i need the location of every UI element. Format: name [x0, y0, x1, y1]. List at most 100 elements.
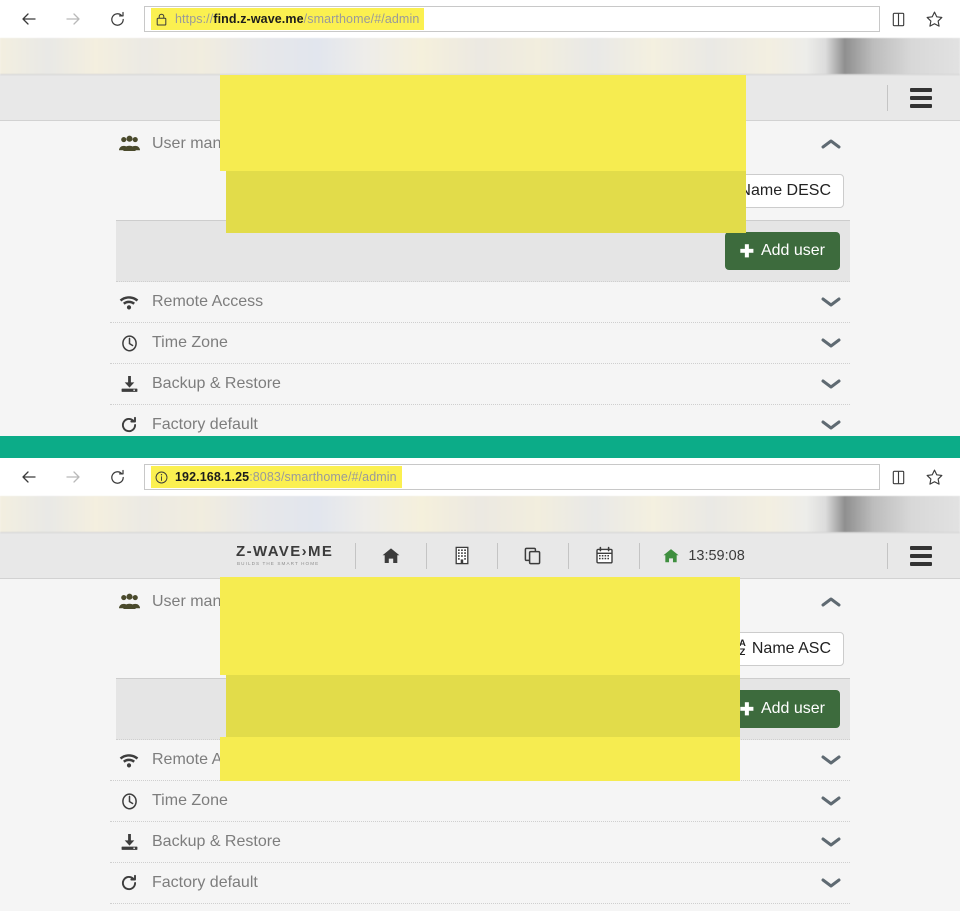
sort-button[interactable]: AZ Name DESC	[704, 174, 844, 208]
accordion-label: Remote Access	[152, 751, 263, 769]
connection-status-remote: 13:05:39	[662, 85, 744, 111]
lock-icon[interactable]	[154, 12, 169, 27]
bookmarks-bar-blurred	[0, 38, 960, 75]
back-arrow-icon[interactable]	[16, 464, 42, 490]
user-management-body: AZ Name DESC ✚ Add user	[110, 164, 850, 282]
sort-label: Name ASC	[752, 640, 831, 658]
chevron-down-icon[interactable]	[820, 377, 846, 391]
screenshot-remote-access: https://find.z-wave.me/smarthome/#/admin…	[0, 0, 960, 436]
chevron-down-icon[interactable]	[820, 295, 846, 309]
back-arrow-icon[interactable]	[16, 6, 42, 32]
divider	[497, 85, 498, 111]
divider	[887, 543, 888, 569]
divider	[639, 85, 640, 111]
divider	[639, 543, 640, 569]
sort-button[interactable]: AZ Name ASC	[716, 632, 844, 666]
screenshot-local-access: 192.168.1.25:8083/smarthome/#/admin Z-WA…	[0, 458, 960, 911]
accordion-row-factory-default[interactable]: Factory default	[110, 405, 850, 436]
forward-arrow-icon[interactable]	[60, 464, 86, 490]
download-icon	[114, 375, 144, 393]
home-icon[interactable]	[378, 85, 404, 111]
divider	[355, 543, 356, 569]
add-user-button[interactable]: ✚ Add user	[725, 690, 840, 728]
address-bar-remote[interactable]: https://find.z-wave.me/smarthome/#/admin	[144, 6, 880, 32]
url-host: find.z-wave.me	[213, 12, 303, 26]
accordion-label: Factory default	[152, 874, 258, 892]
screenshot-separator-bar	[0, 436, 960, 458]
chevron-up-icon[interactable]	[820, 137, 846, 151]
divider	[497, 543, 498, 569]
home-icon[interactable]	[378, 543, 404, 569]
download-icon	[114, 833, 144, 851]
app-header-remote: Z-WAVE›ME BUILDS THE SMART HOME	[0, 75, 960, 121]
settings-accordion-local: User management AZ	[110, 579, 850, 904]
url-host: 192.168.1.25	[175, 470, 249, 484]
clock-icon	[114, 792, 144, 810]
accordion-row-time-zone[interactable]: Time Zone	[110, 781, 850, 822]
building-icon[interactable]	[449, 85, 475, 111]
accordion-row-remote-access[interactable]: Remote Access	[110, 740, 850, 781]
wifi-icon	[114, 295, 144, 310]
hamburger-menu-icon[interactable]	[910, 88, 932, 108]
user-list-strip: ✚ Add user	[116, 220, 850, 282]
accordion-row-remote-access[interactable]: Remote Access	[110, 282, 850, 323]
reading-view-icon[interactable]	[890, 469, 907, 486]
copy-icon[interactable]	[520, 85, 546, 111]
reading-view-icon[interactable]	[890, 11, 907, 28]
zwave-logo: Z-WAVE›ME BUILDS THE SMART HOME	[236, 544, 333, 567]
refresh-icon	[114, 416, 144, 434]
calendar-icon[interactable]	[591, 543, 617, 569]
building-icon[interactable]	[449, 543, 475, 569]
forward-arrow-icon[interactable]	[60, 6, 86, 32]
add-user-button[interactable]: ✚ Add user	[725, 232, 840, 270]
hamburger-menu-icon[interactable]	[910, 546, 932, 566]
accordion-row-factory-default[interactable]: Factory default	[110, 863, 850, 904]
url-path: /smarthome/#/admin	[304, 12, 420, 26]
accordion-row-backup-restore[interactable]: Backup & Restore	[110, 822, 850, 863]
chevron-down-icon[interactable]	[820, 418, 846, 432]
clock-icon	[114, 334, 144, 352]
star-icon[interactable]	[925, 468, 944, 487]
divider	[426, 543, 427, 569]
chevron-down-icon[interactable]	[820, 835, 846, 849]
sort-row: AZ Name DESC	[110, 174, 850, 220]
chevron-down-icon[interactable]	[820, 794, 846, 808]
chevron-down-icon[interactable]	[820, 753, 846, 767]
browser-nav-buttons	[16, 464, 130, 490]
bookmarks-bar-blurred	[0, 496, 960, 533]
accordion-label: User management	[152, 135, 284, 153]
reload-icon[interactable]	[104, 464, 130, 490]
accordion-label: Backup & Restore	[152, 375, 281, 393]
wifi-icon	[114, 753, 144, 768]
users-icon	[114, 135, 144, 152]
accordion-row-time-zone[interactable]: Time Zone	[110, 323, 850, 364]
sort-alpha-asc-icon: AZ	[729, 640, 746, 657]
accordion-label: Time Zone	[152, 792, 228, 810]
address-bar-local[interactable]: 192.168.1.25:8083/smarthome/#/admin	[144, 464, 880, 490]
browser-toolbar-actions	[890, 468, 944, 487]
star-icon[interactable]	[925, 10, 944, 29]
url-highlight: https://find.z-wave.me/smarthome/#/admin	[151, 8, 424, 30]
accordion-label: Remote Access	[152, 293, 263, 311]
calendar-icon[interactable]	[591, 85, 617, 111]
accordion-header-user-management[interactable]: User management	[110, 123, 850, 164]
chevron-down-icon[interactable]	[820, 336, 846, 350]
browser-toolbar-actions	[890, 10, 944, 29]
accordion-label: Time Zone	[152, 334, 228, 352]
chevron-up-icon[interactable]	[820, 595, 846, 609]
sort-letters: AZ	[739, 640, 746, 657]
accordion-row-backup-restore[interactable]: Backup & Restore	[110, 364, 850, 405]
plus-icon: ✚	[740, 243, 754, 260]
copy-icon[interactable]	[520, 543, 546, 569]
add-user-label: Add user	[761, 700, 825, 718]
logo-wordmark: Z-WAVE›ME	[236, 544, 333, 559]
user-list-strip: ✚ Add user	[116, 678, 850, 740]
sort-alpha-desc-icon: AZ	[717, 182, 734, 199]
user-management-body: AZ Name ASC ✚ Add user	[110, 622, 850, 740]
accordion-header-user-management[interactable]: User management	[110, 581, 850, 622]
clock-time: 13:05:39	[688, 90, 744, 106]
reload-icon[interactable]	[104, 6, 130, 32]
url-text: https://find.z-wave.me/smarthome/#/admin	[175, 12, 419, 26]
info-icon[interactable]	[154, 470, 169, 485]
chevron-down-icon[interactable]	[820, 876, 846, 890]
